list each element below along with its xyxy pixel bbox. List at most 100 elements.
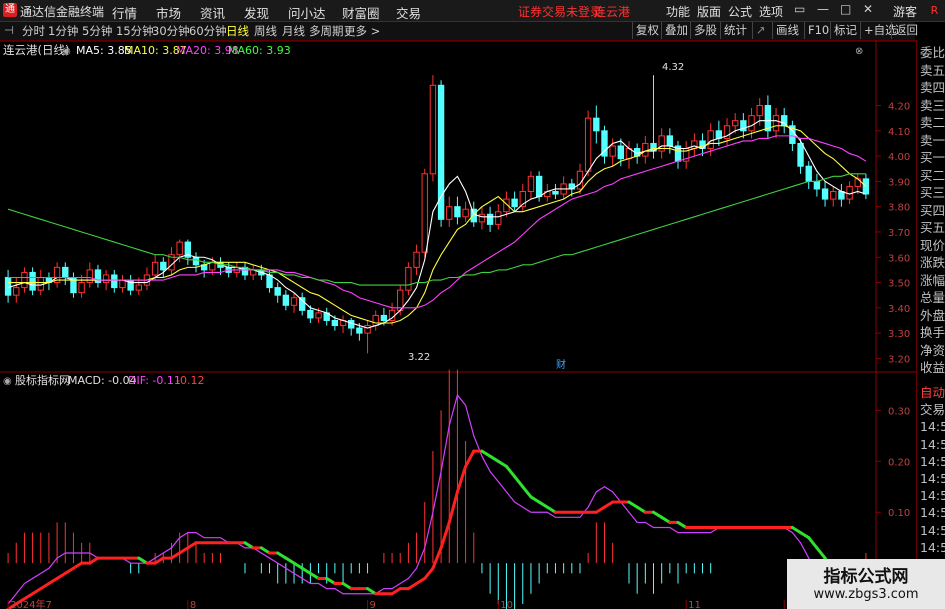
period-fenshi[interactable]: 分时 [22, 23, 45, 39]
period-multi[interactable]: 多周期 [309, 23, 344, 39]
side-item-11[interactable]: 现价 [920, 237, 945, 254]
price-tick-label: 3.70 [888, 228, 910, 239]
candlestick-series[interactable] [4, 75, 870, 354]
side-item-18[interactable]: 收益 [920, 359, 945, 376]
side-item-12[interactable]: 涨跌 [920, 254, 945, 271]
menu-jiaoyi[interactable]: 交易 [396, 3, 421, 22]
side-item-14[interactable]: 总量 [920, 289, 945, 306]
tool-back[interactable]: 返回 [891, 22, 921, 39]
r-badge: R [924, 0, 945, 21]
restore-layout-icon[interactable]: ▭ [794, 2, 805, 16]
candle-body [584, 117, 592, 172]
side-item-1[interactable]: 卖五 [920, 62, 945, 79]
tool-biaoji[interactable]: 标记 [830, 22, 860, 39]
menu-faxian[interactable]: 发现 [244, 3, 269, 22]
side-item-28[interactable]: 14:56 [920, 539, 945, 556]
tool-tongji[interactable]: 统计 [720, 22, 750, 39]
close-icon[interactable]: ✕ [863, 2, 873, 16]
period-15min[interactable]: 15分钟 [116, 23, 154, 39]
date-tick-label: 2024年7 [10, 598, 52, 609]
side-item-24[interactable]: 14:56 [920, 470, 945, 487]
side-item-5[interactable]: 卖一 [920, 132, 945, 149]
side-item-16[interactable]: 换手 [920, 324, 945, 341]
dea-segment [807, 536, 819, 550]
side-item-0[interactable]: 委比 [920, 44, 945, 61]
menu-zixun[interactable]: 资讯 [200, 3, 225, 22]
menu-gongneng[interactable]: 功能 [666, 3, 690, 20]
candle-body [462, 208, 469, 218]
period-5min[interactable]: 5分钟 [82, 23, 112, 39]
side-item-4[interactable]: 卖二 [920, 114, 945, 131]
app-title: 通达信金融终端 [20, 5, 105, 19]
candle-body [756, 105, 763, 117]
candle-body [307, 309, 314, 319]
period-1min[interactable]: 1分钟 [48, 23, 78, 39]
side-item-25[interactable]: 14:56 [920, 487, 945, 504]
candle-body [797, 142, 804, 167]
indicator-title: 股标指标网 [15, 373, 70, 387]
menu-banmian[interactable]: 版面 [697, 3, 721, 20]
period-daily[interactable]: 日线 [226, 23, 249, 39]
menu-shichang[interactable]: 市场 [156, 3, 181, 22]
side-item-3[interactable]: 卖三 [920, 97, 945, 114]
tool-fuquan[interactable]: 复权 [632, 22, 662, 39]
tool-diejia[interactable]: 叠加 [661, 22, 691, 39]
candle-body [617, 145, 625, 160]
tool-huaxian[interactable]: 画线 [772, 22, 802, 39]
side-item-27[interactable]: 14:56 [920, 522, 945, 539]
side-item-2[interactable]: 卖四 [920, 79, 945, 96]
candle-body [535, 175, 543, 198]
menu-gongshi[interactable]: 公式 [728, 3, 752, 20]
side-item-10[interactable]: 买五 [920, 219, 945, 236]
minimize-icon[interactable]: — [817, 2, 829, 16]
side-item-13[interactable]: 涨幅 [920, 272, 945, 289]
kline-chart-area[interactable]: 4.20 4.10 4.00 3.90 3.80 3.70 3.60 3.50 3.40 3.30… [0, 40, 916, 609]
candle-body [62, 266, 69, 278]
side-item-7[interactable]: 买二 [920, 167, 945, 184]
side-item-17[interactable]: 净资 [920, 342, 945, 359]
date-tick-label: 8 [190, 600, 196, 609]
side-item-15[interactable]: 外盘 [920, 307, 945, 324]
side-item-20[interactable]: 交易 [920, 401, 945, 418]
side-item-23[interactable]: 14:56 [920, 453, 945, 470]
candle-body [495, 211, 502, 225]
tool-f10[interactable]: F10 [804, 22, 832, 39]
dea-segment [423, 566, 435, 580]
period-60min[interactable]: 60分钟 [189, 23, 227, 39]
menu-caifuquan[interactable]: 财富圈 [342, 3, 380, 22]
guest-label[interactable]: 游客 [893, 3, 917, 20]
side-item-9[interactable]: 买四 [920, 202, 945, 219]
settings-icon[interactable]: ◉ [62, 46, 71, 57]
side-item-22[interactable]: 14:56 [920, 436, 945, 453]
financial-report-marker[interactable]: 财 [556, 358, 566, 371]
period-weekly[interactable]: 周线 [254, 23, 277, 39]
period-more[interactable]: 更多 > [344, 23, 380, 39]
close-panel-icon[interactable]: ⊗ [855, 46, 863, 57]
trade-login-status[interactable]: 证券交易未登录 [518, 3, 602, 20]
side-item-21[interactable]: 14:56 [920, 418, 945, 435]
tool-duogu[interactable]: 多股 [690, 22, 720, 39]
candle-body [405, 266, 412, 291]
side-item-6[interactable]: 买一 [920, 149, 945, 166]
ma60-label: MA60: 3.93 [228, 44, 291, 57]
period-monthly[interactable]: 月线 [282, 23, 305, 39]
side-item-19[interactable]: 自动 [920, 384, 945, 401]
indicator-settings-icon[interactable]: ◉ [3, 376, 12, 387]
ma10-line [8, 125, 867, 324]
menu-wenxiaoda[interactable]: 问小达 [288, 3, 326, 22]
candle-body [511, 198, 518, 208]
menu-xuanxiang[interactable]: 选项 [759, 3, 783, 20]
dea-segment [513, 475, 525, 489]
tool-arrow-icon[interactable]: ↗ [752, 22, 769, 39]
low-price-label: 3.22 [408, 352, 430, 363]
side-item-26[interactable]: 14:56 [920, 504, 945, 521]
dif-value: DIF: -0.11 [128, 374, 181, 387]
price-tick-label: 4.10 [888, 127, 910, 138]
period-collapse-icon[interactable]: ⊣ [4, 23, 14, 37]
maximize-icon[interactable]: □ [840, 2, 851, 16]
candle-body [274, 287, 281, 296]
menu-hangqing[interactable]: 行情 [112, 3, 137, 22]
period-30min[interactable]: 30分钟 [152, 23, 190, 39]
side-item-8[interactable]: 买三 [920, 184, 945, 201]
candle-body [707, 130, 714, 150]
